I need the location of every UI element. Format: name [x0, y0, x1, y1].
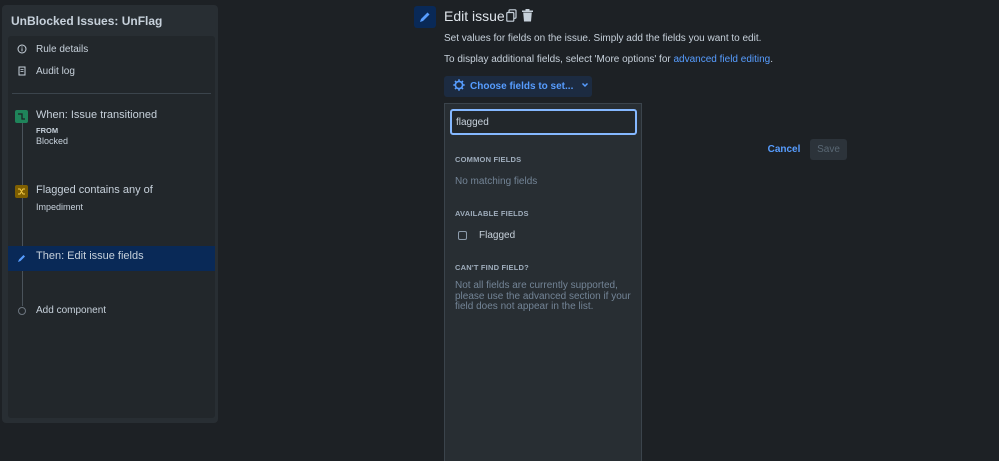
- add-dot-icon: [18, 307, 26, 315]
- divider: [12, 93, 211, 94]
- chevron-down-icon: [581, 81, 589, 92]
- field-option-label: Flagged: [479, 230, 516, 241]
- condition-step[interactable]: Flagged contains any of Impediment: [8, 179, 215, 219]
- cancel-button[interactable]: Cancel: [764, 139, 804, 160]
- condition-title: Flagged contains any of: [36, 184, 153, 196]
- flagged-checkbox[interactable]: [458, 231, 467, 240]
- edit-issue-icon: [414, 6, 436, 28]
- common-fields-heading: COMMON FIELDS: [455, 155, 522, 164]
- rule-details-link[interactable]: Rule details: [8, 39, 215, 59]
- audit-log-label: Audit log: [36, 65, 75, 77]
- more-options-text: To display additional fields, select 'Mo…: [444, 54, 773, 65]
- available-fields-heading: AVAILABLE FIELDS: [455, 209, 529, 218]
- gear-icon: [453, 79, 465, 94]
- audit-log-link[interactable]: Audit log: [8, 61, 215, 81]
- action-title: Then: Edit issue fields: [36, 250, 144, 262]
- editor-description: Set values for fields on the issue. Simp…: [444, 33, 762, 44]
- condition-value: Impediment: [36, 202, 84, 212]
- document-icon: [8, 66, 36, 76]
- trigger-title: When: Issue transitioned: [36, 109, 158, 121]
- more-options-prefix: To display additional fields, select 'Mo…: [444, 54, 674, 65]
- add-component-label: Add component: [36, 305, 107, 316]
- editor-title: Edit issue: [444, 8, 505, 24]
- field-option-flagged[interactable]: Flagged: [445, 226, 641, 246]
- copy-icon[interactable]: [506, 9, 517, 27]
- info-icon: [8, 44, 36, 54]
- rule-title: UnBlocked Issues: UnFlag: [11, 14, 163, 28]
- rule-panel: UnBlocked Issues: UnFlag Rule details Au…: [2, 5, 218, 423]
- trash-icon[interactable]: [522, 9, 533, 27]
- pencil-icon: [15, 252, 28, 265]
- save-button[interactable]: Save: [810, 139, 847, 160]
- transition-icon: [15, 110, 28, 123]
- rule-steps-panel: Rule details Audit log When: Issue trans…: [8, 36, 215, 418]
- cant-find-heading: CAN'T FIND FIELD?: [455, 263, 529, 272]
- branch-icon: [15, 185, 28, 198]
- more-options-suffix: .: [770, 54, 774, 65]
- add-component[interactable]: Add component: [8, 301, 215, 321]
- choose-fields-label: Choose fields to set...: [470, 81, 574, 92]
- field-search-input[interactable]: [450, 109, 637, 135]
- common-fields-empty: No matching fields: [455, 176, 538, 187]
- rule-details-label: Rule details: [36, 43, 89, 55]
- field-dropdown: COMMON FIELDS No matching fields AVAILAB…: [444, 103, 642, 461]
- choose-fields-button[interactable]: Choose fields to set...: [444, 76, 592, 97]
- connector-line: [22, 266, 23, 306]
- action-step[interactable]: Then: Edit issue fields: [8, 246, 215, 271]
- trigger-from-label: FROM: [36, 126, 59, 135]
- cant-find-help: Not all fields are currently supported, …: [455, 280, 631, 312]
- trigger-step[interactable]: When: Issue transitioned FROM Blocked: [8, 104, 215, 152]
- advanced-field-editing-link[interactable]: advanced field editing: [674, 54, 771, 65]
- trigger-from-value: Blocked: [36, 136, 69, 146]
